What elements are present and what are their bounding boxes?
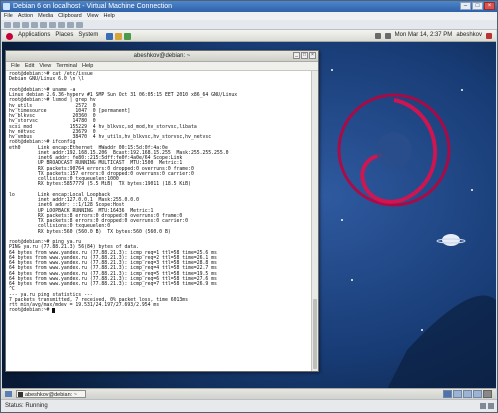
terminal-scrollbar[interactable] [311,71,318,371]
term-menu-help[interactable]: Help [82,62,93,70]
vm-menu-clipboard[interactable]: Clipboard [58,12,82,20]
menu-system[interactable]: System [78,30,98,41]
network-icon[interactable] [374,32,381,39]
term-menu-edit[interactable]: Edit [25,62,34,70]
menu-places[interactable]: Places [55,30,73,41]
debian-logo-icon[interactable] [6,33,13,40]
maximize-icon[interactable]: □ [472,2,483,10]
keyboard-status-icon [480,403,486,409]
vm-menu-media[interactable]: Media [38,12,53,20]
planet-icon [442,234,460,246]
guest-screen[interactable]: Applications Places System Mon Mar 14, 2… [2,30,496,399]
clock[interactable]: Mon Mar 14, 2:37 PM [395,30,453,41]
trash-applet-icon[interactable] [483,390,492,398]
ctrl-alt-del-icon[interactable] [4,21,11,28]
close-icon[interactable]: × [309,52,316,59]
browser-launcher-icon[interactable] [106,33,114,40]
terminal-window[interactable]: abeshkov@debian: ~ _ □ × File Edit View … [5,50,319,372]
revert-icon[interactable] [76,21,83,28]
start-icon[interactable] [13,21,20,28]
reset-icon[interactable] [58,21,65,28]
terminal-output[interactable]: root@debian:~# cat /etc/issue Debian GNU/… [6,71,311,371]
minimize-icon[interactable]: – [460,2,471,10]
vm-title: Debian 6 on localhost - Virtual Machine … [13,3,173,10]
workspace-4[interactable] [473,390,482,398]
vm-menubar: File Action Media Clipboard View Help [1,12,497,20]
workspace-2[interactable] [453,390,462,398]
vm-menu-view[interactable]: View [87,12,99,20]
menu-applications[interactable]: Applications [18,30,50,41]
vm-menu-file[interactable]: File [4,12,13,20]
maximize-icon[interactable]: □ [301,52,308,59]
term-menu-file[interactable]: File [11,62,20,70]
terminal-line: root@debian:~# [9,308,308,314]
taskbar-label: abeshkov@debian: ~ [25,392,77,398]
gnome-bottom-panel: abeshkov@debian: ~ [2,388,496,399]
workspace-switcher [443,390,492,398]
text-cursor [52,308,56,314]
minimize-icon[interactable]: _ [293,52,300,59]
terminal-titlebar[interactable]: abeshkov@debian: ~ _ □ × [6,51,318,62]
snapshot-icon[interactable] [67,21,74,28]
vm-connection-window: Debian 6 on localhost - Virtual Machine … [0,0,498,413]
taskbar-terminal-button[interactable]: abeshkov@debian: ~ [16,390,86,398]
mail-launcher-icon[interactable] [115,33,123,40]
vm-titlebar[interactable]: Debian 6 on localhost - Virtual Machine … [1,1,497,12]
power-icon[interactable] [486,32,492,39]
volume-icon[interactable] [384,32,391,39]
vm-status-bar: Status: Running [1,399,497,412]
workspace-1[interactable] [443,390,452,398]
shutdown-icon[interactable] [31,21,38,28]
vm-status-text: Status: Running [5,403,48,409]
vm-app-icon [3,3,10,10]
lock-status-icon [488,403,494,409]
turn-off-icon[interactable] [22,21,29,28]
vm-window-controls: – □ × [460,2,495,10]
term-menu-terminal[interactable]: Terminal [56,62,77,70]
vm-menu-action[interactable]: Action [18,12,33,20]
close-icon[interactable]: × [484,2,495,10]
help-launcher-icon[interactable] [124,33,132,40]
user-menu[interactable]: abeshkov [456,30,482,41]
scrollbar-thumb[interactable] [313,299,317,369]
workspace-3[interactable] [463,390,472,398]
gnome-top-panel: Applications Places System Mon Mar 14, 2… [2,30,496,42]
vm-toolbar [1,20,497,30]
term-menu-view[interactable]: View [39,62,51,70]
terminal-title: abeshkov@debian: ~ [133,53,191,59]
terminal-menubar: File Edit View Terminal Help [6,62,318,71]
terminal-icon [18,392,23,397]
vm-menu-help[interactable]: Help [104,12,115,20]
save-icon[interactable] [40,21,47,28]
pause-icon[interactable] [49,21,56,28]
show-desktop-icon[interactable] [5,391,12,397]
